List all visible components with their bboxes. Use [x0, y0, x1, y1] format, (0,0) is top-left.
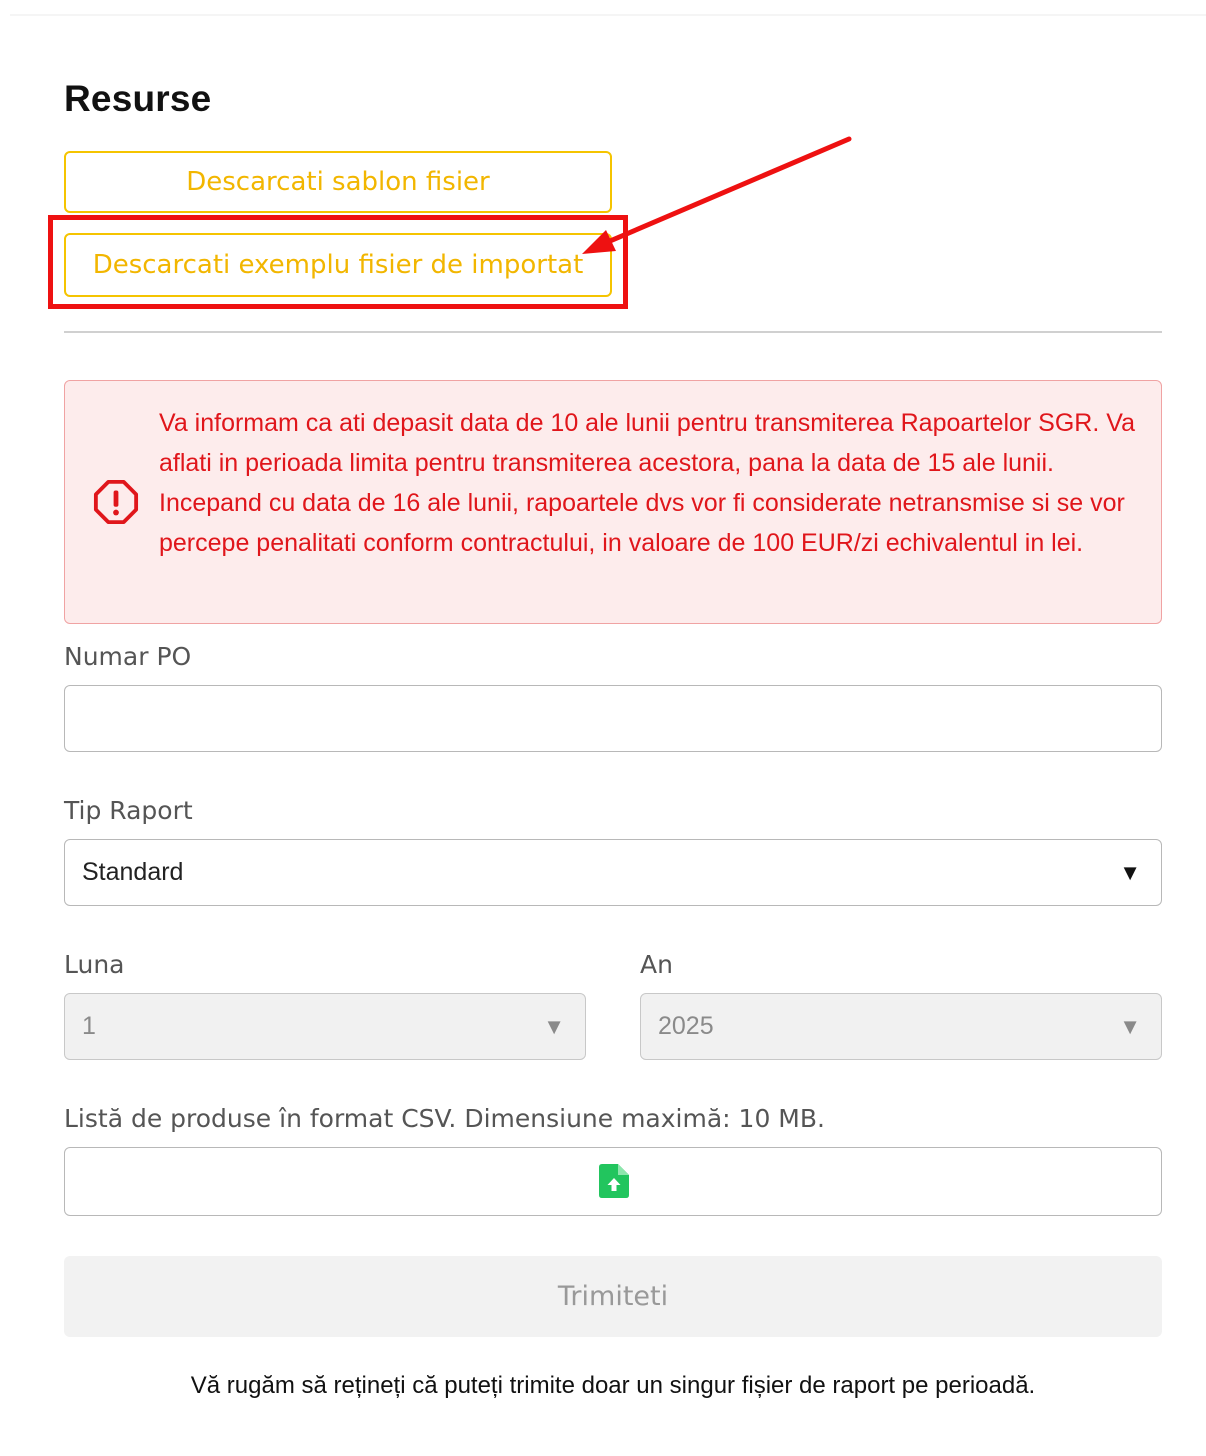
- download-example-button[interactable]: Descarcati exemplu fisier de importat: [64, 233, 612, 297]
- top-divider: [10, 14, 1206, 16]
- exclamation-octagon-icon: [93, 479, 139, 525]
- chevron-down-icon: ▼: [1119, 1014, 1141, 1039]
- file-dropzone[interactable]: [64, 1147, 1162, 1216]
- report-type-select[interactable]: Standard ▼: [64, 839, 1162, 906]
- download-template-button[interactable]: Descarcati sablon fisier: [64, 151, 612, 213]
- report-type-label: Tip Raport: [64, 796, 193, 825]
- month-label: Luna: [64, 950, 125, 979]
- year-value: 2025: [658, 1012, 714, 1040]
- alert-message: Va informam ca ati depasit data de 10 al…: [159, 409, 1135, 557]
- year-label: An: [640, 950, 673, 979]
- section-divider: [64, 331, 1162, 333]
- month-value: 1: [82, 1012, 96, 1040]
- chevron-down-icon: ▼: [543, 1014, 565, 1039]
- month-select[interactable]: 1 ▼: [64, 993, 586, 1060]
- chevron-down-icon: ▼: [1119, 860, 1141, 885]
- report-type-value: Standard: [82, 858, 184, 886]
- year-select[interactable]: 2025 ▼: [640, 993, 1162, 1060]
- file-label: Listă de produse în format CSV. Dimensiu…: [64, 1104, 825, 1133]
- submit-button[interactable]: Trimiteti: [64, 1256, 1162, 1337]
- po-input[interactable]: [64, 685, 1162, 752]
- page-title: Resurse: [64, 78, 212, 119]
- file-upload-icon: [599, 1164, 629, 1198]
- deadline-alert: Va informam ca ati depasit data de 10 al…: [64, 380, 1162, 624]
- footnote: Vă rugăm să rețineți că puteți trimite d…: [190, 1372, 1036, 1399]
- po-label: Numar PO: [64, 642, 192, 671]
